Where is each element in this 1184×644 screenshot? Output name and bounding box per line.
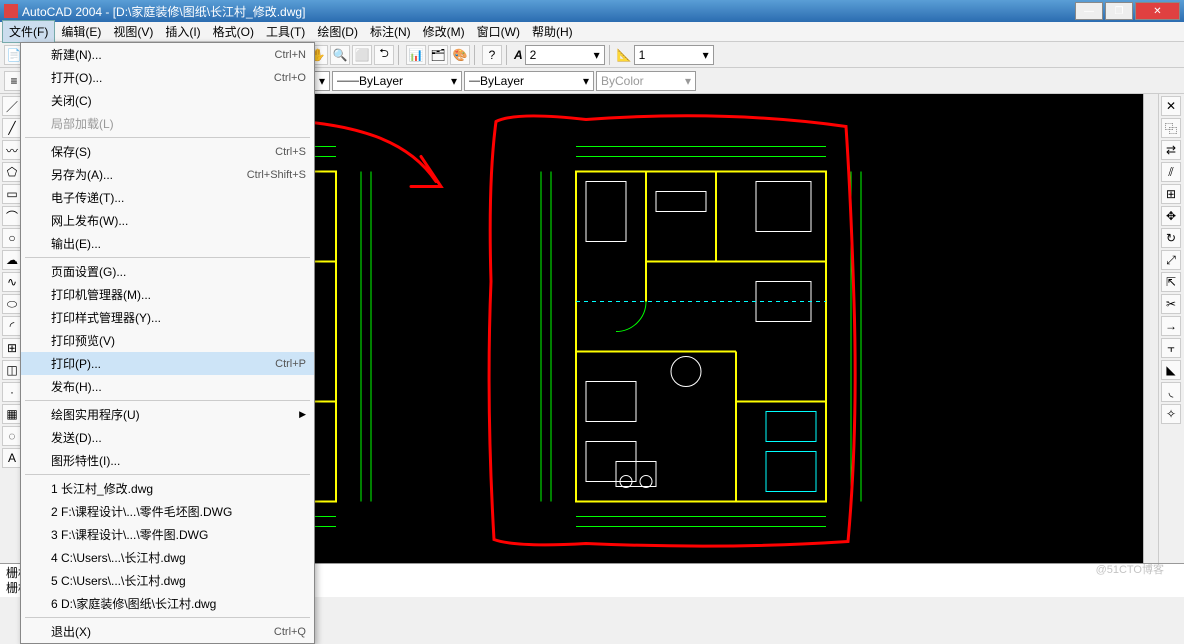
ellipse-icon[interactable]: ⬭ bbox=[2, 294, 22, 314]
spline-icon[interactable]: ∿ bbox=[2, 272, 22, 292]
scale-icon[interactable]: ⤢ bbox=[1161, 250, 1181, 270]
toolpal-icon[interactable]: 🎨 bbox=[450, 45, 470, 65]
menu-window[interactable]: 窗口(W) bbox=[471, 21, 526, 42]
menu-publish[interactable]: 发布(H)... bbox=[21, 375, 314, 398]
revcloud-icon[interactable]: ☁ bbox=[2, 250, 22, 270]
vertical-scrollbar[interactable] bbox=[1143, 94, 1158, 574]
dc-icon[interactable]: 🗂 bbox=[428, 45, 448, 65]
menu-utilities[interactable]: 绘图实用程序(U)▶ bbox=[21, 403, 314, 426]
close-button[interactable]: ✕ bbox=[1135, 2, 1180, 20]
point-icon[interactable]: · bbox=[2, 382, 22, 402]
menu-recent-6[interactable]: 6 D:\家庭装修\图纸\长江村.dwg bbox=[21, 592, 314, 615]
text-icon[interactable]: A bbox=[2, 448, 22, 468]
break-icon[interactable]: ⫟ bbox=[1161, 338, 1181, 358]
zoom-win-icon[interactable]: ⬜ bbox=[352, 45, 372, 65]
menu-recent-1[interactable]: 1 长江村_修改.dwg bbox=[21, 477, 314, 500]
mirror-icon[interactable]: ⇄ bbox=[1161, 140, 1181, 160]
erase-icon[interactable]: ✕ bbox=[1161, 96, 1181, 116]
zoom-rt-icon[interactable]: 🔍 bbox=[330, 45, 350, 65]
menu-recent-5[interactable]: 5 C:\Users\...\长江村.dwg bbox=[21, 569, 314, 592]
stretch-icon[interactable]: ⇱ bbox=[1161, 272, 1181, 292]
menu-save[interactable]: 保存(S)Ctrl+S bbox=[21, 140, 314, 163]
insert-icon[interactable]: ⊞ bbox=[2, 338, 22, 358]
circle-icon[interactable]: ○ bbox=[2, 228, 22, 248]
menu-send[interactable]: 发送(D)... bbox=[21, 426, 314, 449]
menu-dimension[interactable]: 标注(N) bbox=[364, 21, 417, 42]
maximize-button[interactable]: ❐ bbox=[1105, 2, 1133, 20]
line-icon[interactable]: ／ bbox=[2, 96, 22, 116]
menu-help[interactable]: 帮助(H) bbox=[526, 21, 579, 42]
chamfer-icon[interactable]: ◣ bbox=[1161, 360, 1181, 380]
file-dropdown: 新建(N)...Ctrl+N 打开(O)...Ctrl+O 关闭(C) 局部加载… bbox=[20, 42, 315, 644]
menu-drawing-props[interactable]: 图形特性(I)... bbox=[21, 449, 314, 472]
menu-tools[interactable]: 工具(T) bbox=[260, 21, 311, 42]
menu-saveas[interactable]: 另存为(A)...Ctrl+Shift+S bbox=[21, 163, 314, 186]
plotstyle-combo[interactable]: ByColor▾ bbox=[596, 71, 696, 91]
extend-icon[interactable]: → bbox=[1161, 316, 1181, 336]
menu-edit[interactable]: 编辑(E) bbox=[55, 21, 107, 42]
menu-open[interactable]: 打开(O)...Ctrl+O bbox=[21, 66, 314, 89]
lineweight-combo2[interactable]: — ByLayer▾ bbox=[464, 71, 594, 91]
menu-recent-2[interactable]: 2 F:\课程设计\...\零件毛坯图.DWG bbox=[21, 500, 314, 523]
fillet-icon[interactable]: ◟ bbox=[1161, 382, 1181, 402]
menubar: 文件(F) 编辑(E) 视图(V) 插入(I) 格式(O) 工具(T) 绘图(D… bbox=[0, 22, 1184, 42]
rotate-icon[interactable]: ↻ bbox=[1161, 228, 1181, 248]
menu-view[interactable]: 视图(V) bbox=[107, 21, 159, 42]
lineweight-combo[interactable]: 2▾ bbox=[525, 45, 605, 65]
polygon-icon[interactable]: ⬠ bbox=[2, 162, 22, 182]
region-icon[interactable]: ◌ bbox=[2, 426, 22, 446]
ellipsearc-icon[interactable]: ◜ bbox=[2, 316, 22, 336]
minimize-button[interactable]: — bbox=[1075, 2, 1103, 20]
xline-icon[interactable]: ╱ bbox=[2, 118, 22, 138]
menu-etransmit[interactable]: 电子传递(T)... bbox=[21, 186, 314, 209]
rectangle-icon[interactable]: ▭ bbox=[2, 184, 22, 204]
menu-publish-web[interactable]: 网上发布(W)... bbox=[21, 209, 314, 232]
menu-recent-3[interactable]: 3 F:\课程设计\...\零件图.DWG bbox=[21, 523, 314, 546]
dimstyle-combo[interactable]: 1▾ bbox=[634, 45, 714, 65]
textstyle-icon: A bbox=[514, 48, 523, 62]
block-icon[interactable]: ◫ bbox=[2, 360, 22, 380]
offset-icon[interactable]: ⫽ bbox=[1161, 162, 1181, 182]
menu-page-setup[interactable]: 页面设置(G)... bbox=[21, 260, 314, 283]
menu-modify[interactable]: 修改(M) bbox=[417, 21, 471, 42]
menu-draw[interactable]: 绘图(D) bbox=[311, 21, 364, 42]
linetype-combo[interactable]: —— ByLayer▾ bbox=[332, 71, 462, 91]
menu-export[interactable]: 输出(E)... bbox=[21, 232, 314, 255]
window-title: AutoCAD 2004 - [D:\家庭装修\图纸\长江村_修改.dwg] bbox=[22, 3, 1073, 20]
explode-icon[interactable]: ✧ bbox=[1161, 404, 1181, 424]
copy2-icon[interactable]: ⿻ bbox=[1161, 118, 1181, 138]
menu-format[interactable]: 格式(O) bbox=[207, 21, 260, 42]
trim-icon[interactable]: ✂ bbox=[1161, 294, 1181, 314]
help-icon[interactable]: ? bbox=[482, 45, 502, 65]
zoom-prev-icon[interactable]: ⮌ bbox=[374, 45, 394, 65]
menu-insert[interactable]: 插入(I) bbox=[159, 21, 206, 42]
move-icon[interactable]: ✥ bbox=[1161, 206, 1181, 226]
menu-plot[interactable]: 打印(P)...Ctrl+P bbox=[21, 352, 314, 375]
dimstyle-icon: 📐 bbox=[617, 48, 632, 62]
menu-plot-preview[interactable]: 打印预览(V) bbox=[21, 329, 314, 352]
app-icon bbox=[4, 4, 18, 18]
menu-close[interactable]: 关闭(C) bbox=[21, 89, 314, 112]
menu-new[interactable]: 新建(N)...Ctrl+N bbox=[21, 43, 314, 66]
menu-recent-4[interactable]: 4 C:\Users\...\长江村.dwg bbox=[21, 546, 314, 569]
menu-exit[interactable]: 退出(X)Ctrl+Q bbox=[21, 620, 314, 643]
menu-plotstyle-mgr[interactable]: 打印样式管理器(Y)... bbox=[21, 306, 314, 329]
menu-file[interactable]: 文件(F) bbox=[2, 20, 55, 43]
menu-plotter-mgr[interactable]: 打印机管理器(M)... bbox=[21, 283, 314, 306]
menu-partial-load: 局部加载(L) bbox=[21, 112, 314, 135]
hatch-icon[interactable]: ▦ bbox=[2, 404, 22, 424]
watermark: @51CTO博客 bbox=[1096, 561, 1164, 577]
array-icon[interactable]: ⊞ bbox=[1161, 184, 1181, 204]
arc-icon[interactable]: ⌒ bbox=[2, 206, 22, 226]
modify-toolbox: ✕ ⿻ ⇄ ⫽ ⊞ ✥ ↻ ⤢ ⇱ ✂ → ⫟ ◣ ◟ ✧ bbox=[1158, 94, 1184, 589]
pline-icon[interactable]: 〰 bbox=[2, 140, 22, 160]
properties-icon[interactable]: 📊 bbox=[406, 45, 426, 65]
titlebar: AutoCAD 2004 - [D:\家庭装修\图纸\长江村_修改.dwg] —… bbox=[0, 0, 1184, 22]
